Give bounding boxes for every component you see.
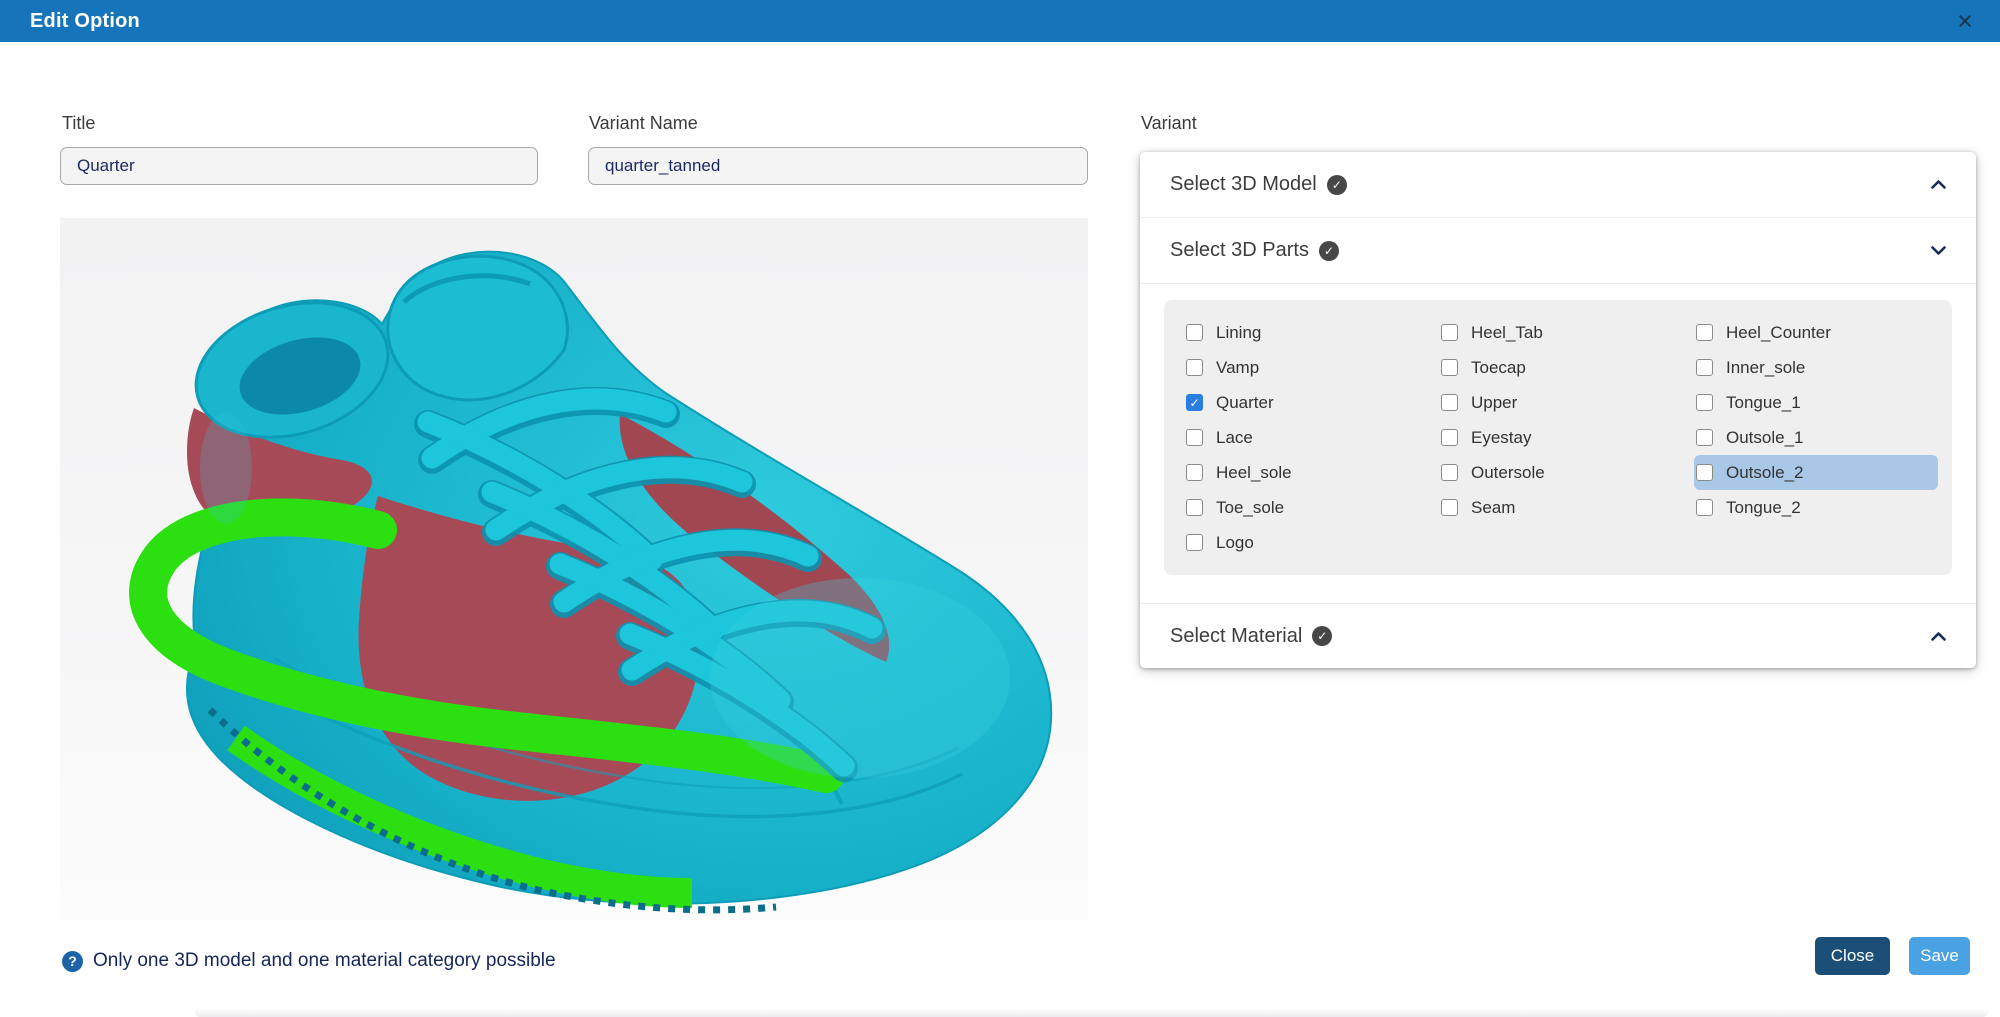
- checkbox-inner_sole[interactable]: [1696, 359, 1713, 376]
- part-option-outsole_2[interactable]: Outsole_2: [1694, 455, 1938, 490]
- page-edge-behind-modal: [195, 1008, 1988, 1017]
- part-option-label: Inner_sole: [1726, 358, 1805, 378]
- parts-column-2: Heel_Tab Toecap Upper Eyestay Outersole Seam: [1439, 315, 1694, 560]
- part-option-label: Lining: [1216, 323, 1261, 343]
- chevron-down-icon: [1931, 246, 1946, 255]
- checkbox-seam[interactable]: [1441, 499, 1458, 516]
- checkbox-heel_counter[interactable]: [1696, 324, 1713, 341]
- part-option-heel_sole[interactable]: Heel_sole: [1184, 455, 1439, 490]
- part-option-upper[interactable]: Upper: [1439, 385, 1694, 420]
- title-input[interactable]: [60, 147, 538, 185]
- checkbox-toe_sole[interactable]: [1186, 499, 1203, 516]
- part-option-label: Outersole: [1471, 463, 1545, 483]
- variant-label: Variant: [1141, 113, 1197, 134]
- modal-title: Edit Option: [30, 10, 140, 33]
- part-option-label: Heel_sole: [1216, 463, 1292, 483]
- part-option-tongue_2[interactable]: Tongue_2: [1694, 490, 1938, 525]
- part-option-label: Toe_sole: [1216, 498, 1284, 518]
- section-title: Select Material: [1170, 625, 1302, 648]
- title-label: Title: [62, 113, 95, 134]
- part-option-label: Quarter: [1216, 393, 1274, 413]
- part-option-eyestay[interactable]: Eyestay: [1439, 420, 1694, 455]
- part-option-outersole[interactable]: Outersole: [1439, 455, 1694, 490]
- part-option-label: Tongue_2: [1726, 498, 1801, 518]
- completed-check-icon: ✓: [1319, 241, 1339, 261]
- part-option-outsole_1[interactable]: Outsole_1: [1694, 420, 1938, 455]
- shoe-toe-highlight: [710, 578, 1010, 778]
- shoe-heel-highlight: [200, 412, 252, 524]
- part-option-label: Logo: [1216, 533, 1254, 553]
- checkbox-lace[interactable]: [1186, 429, 1203, 446]
- checkbox-eyestay[interactable]: [1441, 429, 1458, 446]
- part-option-label: Outsole_1: [1726, 428, 1804, 448]
- checkbox-lining[interactable]: [1186, 324, 1203, 341]
- part-option-label: Heel_Tab: [1471, 323, 1543, 343]
- part-option-heel_counter[interactable]: Heel_Counter: [1694, 315, 1938, 350]
- completed-check-icon: ✓: [1312, 626, 1332, 646]
- section-title: Select 3D Parts: [1170, 239, 1309, 262]
- part-option-lace[interactable]: Lace: [1184, 420, 1439, 455]
- part-option-inner_sole[interactable]: Inner_sole: [1694, 350, 1938, 385]
- part-option-label: Lace: [1216, 428, 1253, 448]
- section-select-3d-parts[interactable]: Select 3D Parts ✓: [1140, 218, 1976, 284]
- model-preview[interactable]: [60, 218, 1088, 920]
- section-select-material[interactable]: Select Material ✓: [1140, 603, 1976, 668]
- part-option-label: Tongue_1: [1726, 393, 1801, 413]
- close-icon[interactable]: ×: [1948, 0, 1982, 42]
- modal-header: Edit Option ×: [0, 0, 2000, 42]
- checkbox-heel_tab[interactable]: [1441, 324, 1458, 341]
- part-option-toecap[interactable]: Toecap: [1439, 350, 1694, 385]
- save-button[interactable]: Save: [1909, 937, 1970, 975]
- parts-checkbox-panel: Lining Vamp ✓ Quarter Lace Heel_sole Toe_sole L…: [1164, 300, 1952, 575]
- parts-column-1: Lining Vamp ✓ Quarter Lace Heel_sole Toe_sole L…: [1184, 315, 1439, 560]
- part-option-label: Toecap: [1471, 358, 1526, 378]
- section-title: Select 3D Model: [1170, 173, 1317, 196]
- checkbox-quarter[interactable]: ✓: [1186, 394, 1203, 411]
- parts-column-3: Heel_Counter Inner_sole Tongue_1 Outsole_1 O…: [1694, 315, 1938, 560]
- completed-check-icon: ✓: [1327, 175, 1347, 195]
- chevron-up-icon: [1931, 180, 1946, 189]
- checkbox-outersole[interactable]: [1441, 464, 1458, 481]
- checkbox-tongue_1[interactable]: [1696, 394, 1713, 411]
- part-option-label: Upper: [1471, 393, 1517, 413]
- part-option-tongue_1[interactable]: Tongue_1: [1694, 385, 1938, 420]
- variant-name-input[interactable]: [588, 147, 1088, 185]
- checkbox-toecap[interactable]: [1441, 359, 1458, 376]
- section-select-3d-model[interactable]: Select 3D Model ✓: [1140, 152, 1976, 218]
- help-icon: ?: [62, 951, 83, 972]
- part-option-quarter[interactable]: ✓ Quarter: [1184, 385, 1439, 420]
- checkbox-vamp[interactable]: [1186, 359, 1203, 376]
- part-option-label: Seam: [1471, 498, 1515, 518]
- part-option-toe_sole[interactable]: Toe_sole: [1184, 490, 1439, 525]
- part-option-lining[interactable]: Lining: [1184, 315, 1439, 350]
- part-option-heel_tab[interactable]: Heel_Tab: [1439, 315, 1694, 350]
- sneaker-3d-render: [60, 218, 1088, 920]
- part-option-label: Vamp: [1216, 358, 1259, 378]
- variant-accordion-card: Select 3D Model ✓ Select 3D Parts ✓ Lini…: [1140, 152, 1976, 668]
- checkbox-tongue_2[interactable]: [1696, 499, 1713, 516]
- checkbox-outsole_1[interactable]: [1696, 429, 1713, 446]
- part-option-logo[interactable]: Logo: [1184, 525, 1439, 560]
- variant-name-label: Variant Name: [589, 113, 698, 134]
- checkbox-heel_sole[interactable]: [1186, 464, 1203, 481]
- checkbox-outsole_2[interactable]: [1696, 464, 1713, 481]
- close-button[interactable]: Close: [1815, 937, 1890, 975]
- part-option-label: Eyestay: [1471, 428, 1531, 448]
- help-text: Only one 3D model and one material categ…: [93, 950, 556, 972]
- part-option-seam[interactable]: Seam: [1439, 490, 1694, 525]
- checkbox-logo[interactable]: [1186, 534, 1203, 551]
- help-note: ? Only one 3D model and one material cat…: [62, 950, 556, 972]
- checkbox-upper[interactable]: [1441, 394, 1458, 411]
- chevron-up-icon: [1931, 632, 1946, 641]
- part-option-label: Heel_Counter: [1726, 323, 1831, 343]
- part-option-vamp[interactable]: Vamp: [1184, 350, 1439, 385]
- part-option-label: Outsole_2: [1726, 463, 1804, 483]
